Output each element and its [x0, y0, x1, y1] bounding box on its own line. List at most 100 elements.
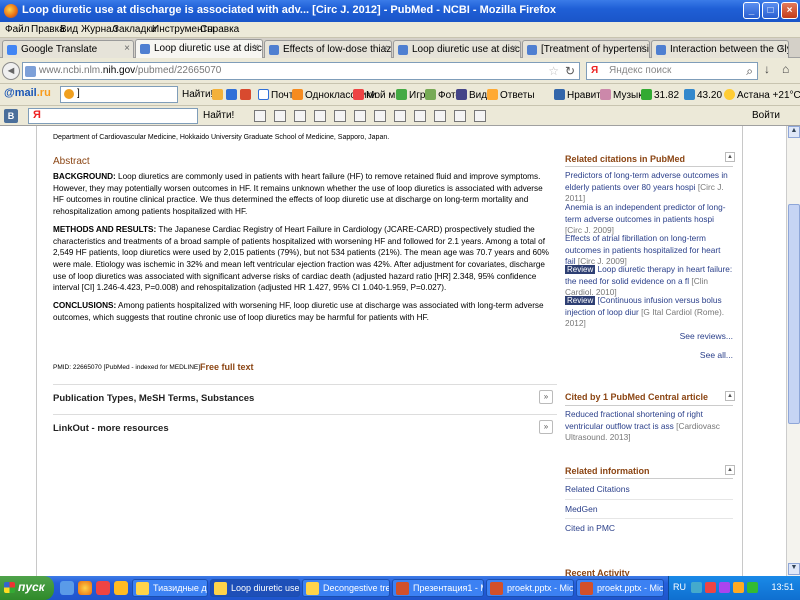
maximize-button[interactable]: □ — [762, 2, 779, 19]
toolbar-tool-icon[interactable] — [394, 110, 406, 122]
toolbar-tool-icon[interactable] — [274, 110, 286, 122]
yandex-search-input[interactable]: Я Яндекс поиск ⌕ — [586, 62, 758, 80]
scroll-down-icon[interactable]: ▼ — [788, 563, 800, 575]
toolbar-tool-icon[interactable] — [254, 110, 266, 122]
mailru-logo[interactable]: @mail.ru — [4, 87, 51, 99]
toolbar-tool-icon[interactable] — [374, 110, 386, 122]
tab-loop-diuretic-2[interactable]: Loop diuretic use at discharge is ass...… — [393, 40, 521, 58]
cited-article-item[interactable]: Reduced fractional shortening of right v… — [565, 409, 733, 444]
abstract-section: Abstract BACKGROUND: Loop diuretics are … — [53, 156, 553, 329]
collapse-icon[interactable]: ▲ — [725, 391, 735, 401]
quicklaunch-firefox-icon[interactable] — [78, 581, 92, 595]
language-indicator[interactable]: RU — [673, 582, 686, 592]
start-button[interactable]: пуск — [0, 576, 54, 600]
close-tab-icon[interactable]: × — [511, 43, 517, 54]
related-info-cited-in-pmc[interactable]: Cited in PMC — [565, 523, 615, 533]
related-citation-item[interactable]: Anemia is an independent predictor of lo… — [565, 202, 733, 237]
answers-link[interactable]: Ответы — [487, 89, 535, 101]
quicklaunch-opera-icon[interactable] — [96, 581, 110, 595]
dollar-icon — [641, 89, 652, 100]
url-prefix: www.ncbi.nlm. — [39, 65, 103, 76]
reload-icon[interactable]: ↻ — [565, 64, 575, 78]
mailru-search-input[interactable]: ] — [60, 86, 178, 103]
toolbar-tool-icon[interactable] — [434, 110, 446, 122]
quicklaunch-folder-icon[interactable] — [114, 581, 128, 595]
toolbar-tool-icon[interactable] — [294, 110, 306, 122]
toolbar-tool-icon[interactable] — [474, 110, 486, 122]
related-citation-item[interactable]: Review Loop diuretic therapy in heart fa… — [565, 264, 733, 299]
menu-bookmarks[interactable]: Закладки — [113, 24, 156, 35]
close-tab-icon[interactable]: × — [779, 43, 785, 54]
collapse-icon[interactable]: ▲ — [725, 465, 735, 475]
chevron-down-icon[interactable]: » — [539, 420, 553, 434]
minimize-button[interactable]: _ — [743, 2, 760, 19]
toolbar-tool-icon[interactable] — [414, 110, 426, 122]
taskbar-item[interactable]: proekt.pptx - Micros... — [486, 579, 574, 597]
tray-icon[interactable] — [719, 582, 730, 593]
highlighter-icon[interactable] — [226, 89, 239, 101]
close-tab-icon[interactable]: × — [640, 43, 646, 54]
tab-loop-diuretic-active[interactable]: Loop diuretic use at discharge is as... … — [135, 39, 263, 59]
divider — [565, 166, 733, 167]
taskbar-item-active[interactable]: Loop diuretic use at ... — [210, 579, 300, 597]
ok-icon — [292, 89, 303, 100]
ncbi-icon — [527, 45, 537, 55]
toolbar-tool-icon[interactable] — [354, 110, 366, 122]
translate-icon[interactable] — [240, 89, 253, 101]
collapse-icon[interactable]: ▲ — [725, 152, 735, 162]
search-icon[interactable]: ⌕ — [746, 64, 753, 79]
menu-bar: Файл Правка Вид Журнал Закладки Инструме… — [0, 22, 800, 38]
close-window-button[interactable]: × — [781, 2, 798, 19]
quicklaunch-desktop-icon[interactable] — [60, 581, 74, 595]
tray-icon[interactable] — [691, 582, 702, 593]
linkout-section[interactable]: LinkOut - more resources » — [53, 414, 557, 442]
scroll-up-icon[interactable]: ▲ — [788, 126, 800, 138]
home-icon[interactable]: ⌂ — [782, 62, 789, 76]
publication-types-section[interactable]: Publication Types, MeSH Terms, Substance… — [53, 384, 557, 412]
related-citation-item[interactable]: Review [Continuous infusion versus bolus… — [565, 295, 733, 330]
chevron-down-icon[interactable]: » — [539, 390, 553, 404]
taskbar-item[interactable]: Decongestive treatm... — [302, 579, 390, 597]
free-full-text-link[interactable]: Free full text — [200, 362, 254, 372]
tab-gly460trp[interactable]: Interaction between the Gly460Trp... × — [651, 40, 789, 58]
related-info-related-citations[interactable]: Related Citations — [565, 484, 630, 494]
author-affiliation: Department of Cardiovascular Medicine, H… — [53, 134, 390, 141]
close-tab-icon[interactable]: × — [253, 42, 259, 53]
tray-icon[interactable] — [733, 582, 744, 593]
yandex-find-button[interactable]: Найти! — [203, 110, 234, 121]
menu-file[interactable]: Файл — [5, 24, 30, 35]
taskbar-item[interactable]: Презентация1 - Micr... — [392, 579, 484, 597]
tab-google-translate[interactable]: Google Translate × — [2, 40, 134, 58]
vertical-scrollbar[interactable]: ▲ ▼ — [786, 126, 800, 576]
yandex-bar-input[interactable]: Я — [28, 108, 198, 124]
tray-icon[interactable] — [705, 582, 716, 593]
pencil-icon[interactable] — [212, 89, 225, 101]
taskbar-item[interactable]: proekt.pptx - Micros... — [576, 579, 664, 597]
login-button[interactable]: Войти — [752, 110, 780, 121]
divider — [565, 478, 733, 479]
tray-icon[interactable] — [747, 582, 758, 593]
toolbar-tool-icon[interactable] — [334, 110, 346, 122]
related-citation-item[interactable]: Effects of atrial fibrillation on long-t… — [565, 233, 733, 268]
see-all-link[interactable]: See all... — [700, 350, 733, 360]
close-tab-icon[interactable]: × — [382, 43, 388, 54]
toolbar-tool-icon[interactable] — [454, 110, 466, 122]
related-info-medgen[interactable]: MedGen — [565, 504, 598, 514]
url-bar[interactable]: www.ncbi.nlm.nih.gov/pubmed/22665070 ☆ ↻ — [22, 62, 580, 80]
mailru-find-button[interactable]: Найти! — [182, 89, 213, 100]
related-citation-item[interactable]: Predictors of long-term adverse outcomes… — [565, 170, 733, 205]
close-tab-icon[interactable]: × — [124, 43, 130, 54]
download-icon[interactable]: ↓ — [764, 62, 770, 76]
bookmark-star-icon[interactable]: ☆ — [548, 64, 559, 78]
see-reviews-link[interactable]: See reviews... — [680, 331, 733, 341]
scrollbar-thumb[interactable] — [788, 204, 800, 424]
tab-hypertension[interactable]: [Treatment of hypertension in patie... × — [522, 40, 650, 58]
taskbar-item[interactable]: Тиазидные диурет... — [132, 579, 208, 597]
tab-thiazide[interactable]: Effects of low-dose thiazide diuretic...… — [264, 40, 392, 58]
back-button[interactable]: ◄ — [2, 62, 20, 80]
vk-icon[interactable]: В — [4, 109, 18, 123]
toolbar-tool-icon[interactable] — [314, 110, 326, 122]
menu-help[interactable]: Справка — [200, 24, 239, 35]
menu-view[interactable]: Вид — [60, 24, 78, 35]
weather-widget[interactable]: Астана +21°C — [724, 89, 800, 101]
